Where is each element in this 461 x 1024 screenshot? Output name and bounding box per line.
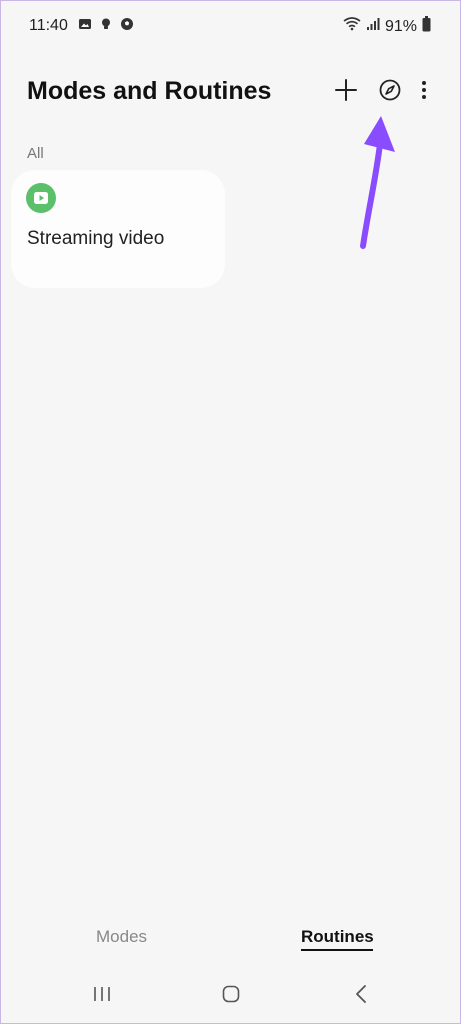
routine-name: Streaming video bbox=[27, 228, 165, 249]
status-system-icons: 91% bbox=[343, 16, 431, 37]
tab-routines[interactable]: Routines bbox=[301, 927, 374, 947]
wifi-icon bbox=[343, 17, 361, 36]
tab-modes[interactable]: Modes bbox=[96, 927, 147, 947]
status-notification-icons bbox=[78, 17, 134, 36]
add-icon bbox=[335, 78, 357, 106]
section-label: All bbox=[27, 145, 44, 162]
routine-icon bbox=[26, 183, 56, 213]
signal-icon bbox=[366, 17, 380, 36]
page-title: Modes and Routines bbox=[27, 77, 272, 105]
more-vert-icon bbox=[421, 80, 427, 105]
bulb-icon bbox=[99, 17, 113, 36]
status-bar: 11:40 91% bbox=[0, 0, 461, 52]
status-time: 11:40 bbox=[29, 17, 68, 34]
compass-icon bbox=[379, 79, 401, 106]
back-icon bbox=[355, 984, 367, 1008]
more-options-button[interactable] bbox=[406, 76, 442, 108]
home-button[interactable] bbox=[217, 984, 245, 1008]
play-icon bbox=[34, 192, 48, 204]
back-button[interactable] bbox=[347, 984, 375, 1008]
tab-selected-indicator bbox=[301, 949, 373, 951]
recents-icon bbox=[93, 986, 111, 1007]
home-icon bbox=[222, 985, 240, 1008]
battery-text: 91% bbox=[384, 17, 417, 35]
gallery-icon bbox=[78, 17, 92, 36]
add-routine-button[interactable] bbox=[328, 76, 364, 108]
annotation-arrow bbox=[360, 116, 395, 249]
routine-card[interactable]: Streaming video bbox=[11, 170, 225, 288]
battery-icon bbox=[422, 16, 431, 37]
recents-button[interactable] bbox=[88, 984, 116, 1008]
discover-button[interactable] bbox=[372, 76, 408, 108]
soccer-ball-icon bbox=[120, 17, 134, 36]
